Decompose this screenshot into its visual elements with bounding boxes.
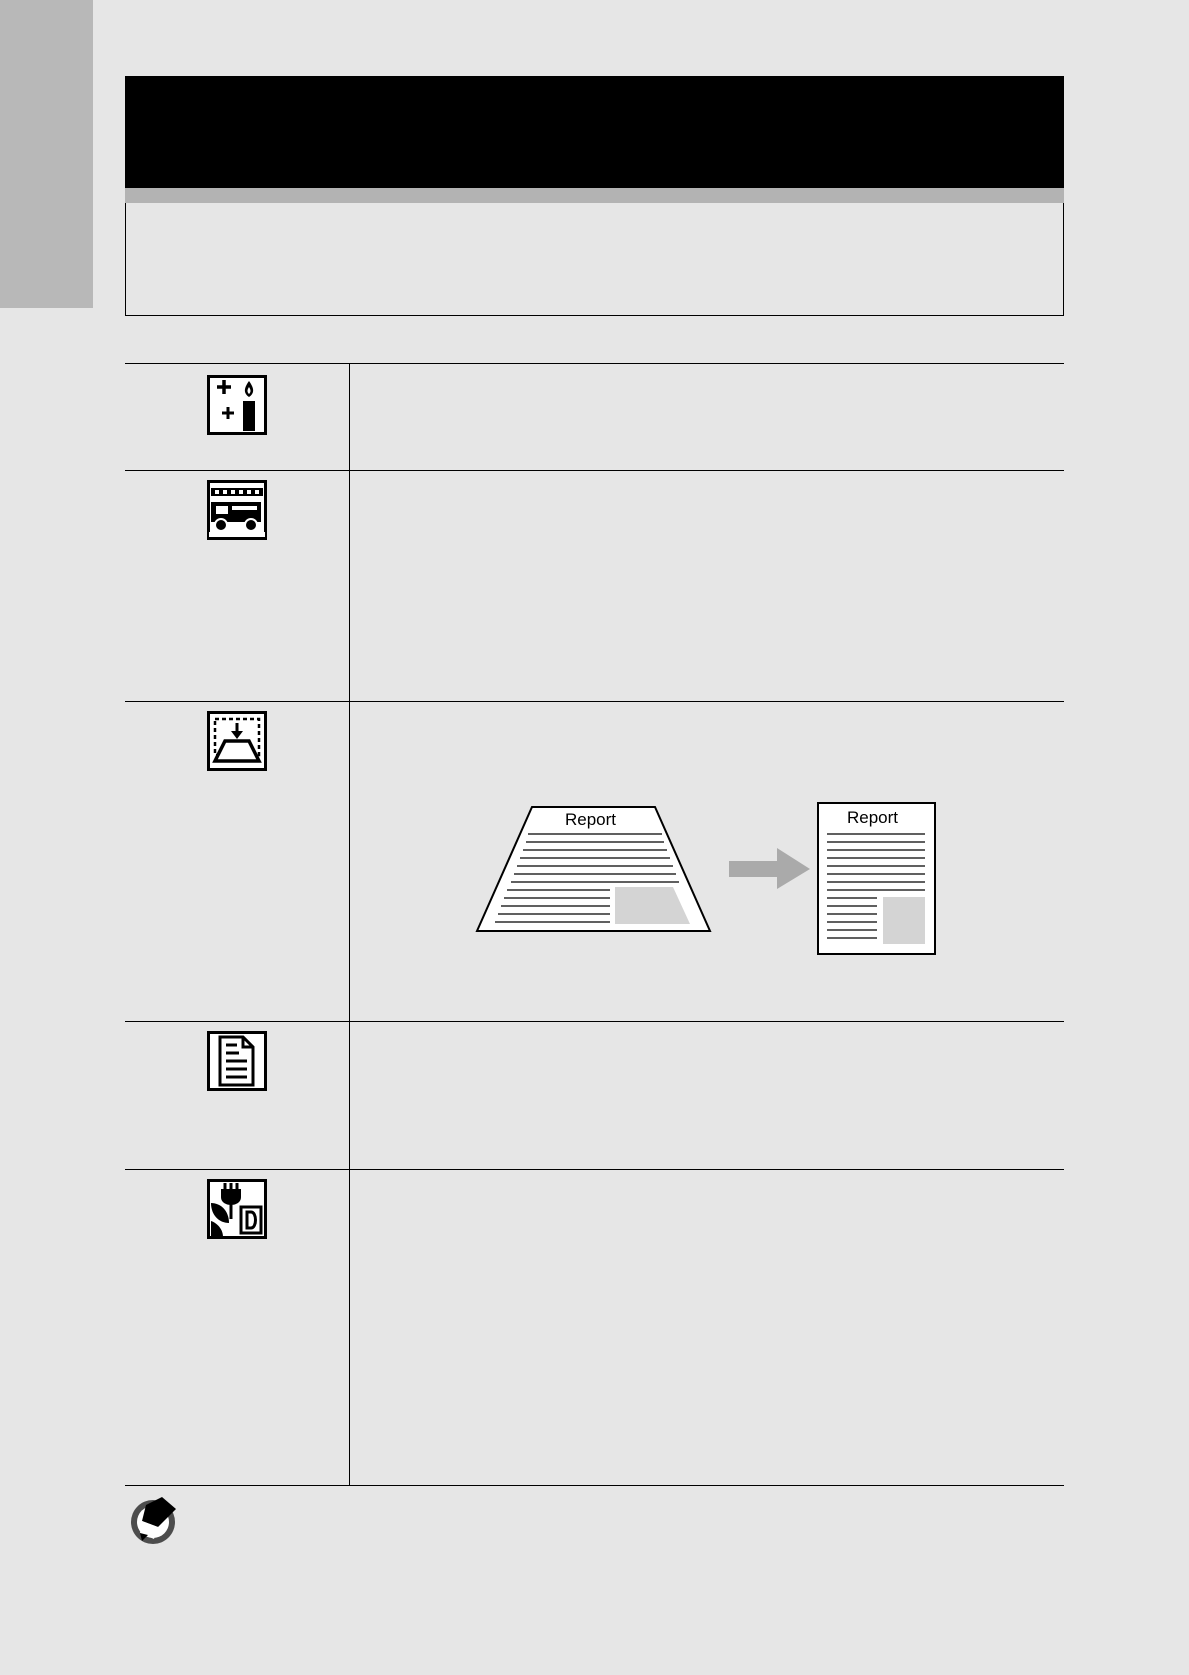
table-row-divider: [125, 701, 1064, 702]
corrected-report-image: [883, 897, 925, 944]
table-row-divider: [125, 470, 1064, 471]
section-title-stripe: [125, 188, 1064, 203]
fire-truck-sports-icon: [207, 480, 267, 540]
note-pencil-icon: [128, 1495, 178, 1545]
corrected-report-title: Report: [847, 808, 898, 827]
candlelight-icon: [207, 375, 267, 435]
table-row-divider: [125, 1169, 1064, 1170]
scene-mode-table: Report Report: [125, 363, 1064, 1486]
skew-correction-diagram: Report: [475, 799, 1075, 979]
table-row-divider: [125, 1021, 1064, 1022]
plant-flower-icon: [207, 1179, 267, 1239]
conversion-arrow: [729, 848, 810, 889]
chapter-side-tab: [0, 0, 93, 308]
skew-correction-icon: [207, 711, 267, 771]
skewed-report-page: Report: [475, 806, 712, 932]
corrected-report-page-wrap: Report: [817, 802, 937, 956]
text-document-icon: [207, 1031, 267, 1091]
table-column-divider: [349, 364, 350, 1485]
section-intro-box: [125, 203, 1064, 316]
skewed-report-title: Report: [565, 810, 616, 829]
section-title-bar: [125, 76, 1064, 188]
